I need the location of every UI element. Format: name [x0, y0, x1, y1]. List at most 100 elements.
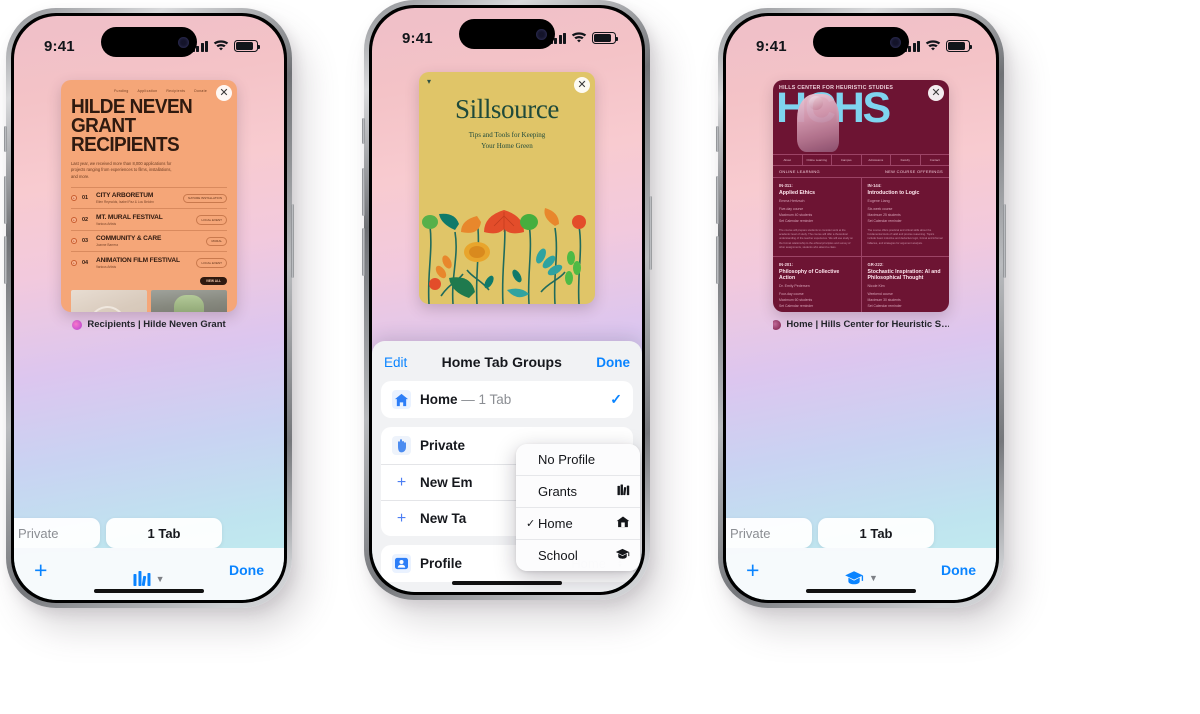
- play-icon: ▸: [71, 195, 77, 202]
- nav-item[interactable]: Admissions: [862, 155, 891, 165]
- photo-sculpture[interactable]: [71, 289, 147, 312]
- screen-left: 9:41 ✕ Funding Application Recipients Do…: [14, 16, 284, 600]
- menu-item-label: Grants: [538, 484, 578, 499]
- power-button[interactable]: [1003, 204, 1006, 278]
- close-icon[interactable]: ✕: [216, 85, 232, 101]
- course-code: IN-201:: [779, 261, 793, 267]
- course-professor: Emma Hertzsch: [779, 199, 805, 204]
- home-indicator[interactable]: [452, 581, 562, 585]
- course-code: GR-222:: [867, 261, 884, 267]
- nav-item[interactable]: Campus: [832, 155, 862, 165]
- nav-item[interactable]: Faculty: [891, 155, 921, 165]
- tab-preview-card[interactable]: ✕ Funding Application Recipients Donate …: [61, 80, 237, 312]
- toolbar: + ▼ Done: [14, 548, 284, 600]
- item-byline: Various Artists: [96, 221, 117, 226]
- status-clock: 9:41: [402, 29, 433, 47]
- new-tab-button[interactable]: +: [34, 558, 47, 582]
- course-meta: Four-day course Maximum 60 students Set …: [779, 292, 814, 308]
- menu-item-school[interactable]: School: [516, 539, 640, 571]
- close-icon[interactable]: ✕: [928, 85, 944, 101]
- tab-count-pill[interactable]: 1 Tab: [106, 518, 222, 548]
- list-item[interactable]: ▸ 04 ANIMATION FILM FESTIVAL Various Art…: [71, 251, 227, 273]
- item-byline: Various Artists: [96, 264, 117, 269]
- chevron-down-icon[interactable]: ▾: [427, 78, 431, 86]
- done-button[interactable]: Done: [941, 562, 976, 578]
- list-item[interactable]: ▸ 03 COMMUNITY & CARE Joanne Barrera MUR…: [71, 229, 227, 252]
- volume-down-button[interactable]: [362, 228, 365, 276]
- play-icon: ▸: [71, 238, 77, 245]
- tab-group-row-home[interactable]: Home — 1 Tab ✓: [381, 381, 633, 418]
- section-right: NEW COURSE OFFERINGS: [884, 169, 943, 174]
- course-card[interactable]: GR-222: Stochastic Inspiration: AI and P…: [862, 257, 950, 312]
- menu-item-no-profile[interactable]: No Profile: [516, 444, 640, 475]
- list-item[interactable]: ▸ 02 MT. MURAL FESTIVAL Various Artists …: [71, 208, 227, 230]
- private-pill[interactable]: Private: [14, 518, 100, 548]
- done-button[interactable]: Done: [229, 562, 264, 578]
- volume-up-button[interactable]: [716, 176, 719, 224]
- nav-item[interactable]: About: [773, 155, 803, 165]
- tab-group-button[interactable]: ▼: [133, 571, 165, 587]
- done-button[interactable]: Done: [596, 355, 630, 370]
- menu-item-home[interactable]: ✓ Home: [516, 507, 640, 539]
- volume-down-button[interactable]: [4, 236, 7, 284]
- front-camera-icon: [890, 36, 901, 48]
- item-title: CITY ARBORETUM: [96, 192, 154, 200]
- mute-switch[interactable]: [4, 126, 7, 152]
- tab-title-row: Recipients | Hilde Neven Grant: [61, 319, 237, 330]
- nav-item[interactable]: Contact: [921, 155, 950, 165]
- tab-preview-card[interactable]: ✕ ▾ ⚑ Sillsource Tips and Tools for Keep…: [419, 72, 595, 304]
- course-body: The course will prepare students to cons…: [779, 228, 854, 250]
- books-icon: [617, 484, 630, 499]
- nav-item[interactable]: Recipients: [166, 89, 185, 93]
- mute-switch[interactable]: [716, 126, 719, 152]
- botanical-illustration: [419, 186, 595, 304]
- list-item[interactable]: ▸ 01 CITY ARBORETUM Ellen Reynolds, Isab…: [71, 186, 227, 209]
- front-camera-icon: [536, 28, 547, 40]
- course-card[interactable]: IN-311: Applied Ethics Emma Hertzsch Fiv…: [773, 178, 862, 256]
- new-tab-button[interactable]: +: [746, 558, 759, 582]
- tab-group-button[interactable]: ▼: [844, 570, 878, 586]
- course-card[interactable]: IN-201: Philosophy of Collective Action …: [773, 256, 862, 312]
- tab-item-grant[interactable]: ✕ Funding Application Recipients Donate …: [61, 80, 237, 330]
- power-button[interactable]: [649, 196, 652, 270]
- power-button[interactable]: [291, 204, 294, 278]
- nav-item[interactable]: Donate: [194, 89, 207, 93]
- bottom-bar-left: Private 1 Tab + ▼ Done: [14, 518, 284, 600]
- course-name: Philosophy of Collective Action: [779, 268, 840, 282]
- volume-down-button[interactable]: [716, 236, 719, 284]
- tab-title: Recipients | Hilde Neven Grant: [87, 319, 226, 330]
- volume-up-button[interactable]: [362, 168, 365, 216]
- home-indicator[interactable]: [94, 589, 204, 593]
- nav-item[interactable]: Application: [138, 89, 158, 93]
- tab-item-hchs[interactable]: ✕ HILLS CENTER FOR HEURISTIC STUDIES HCH…: [773, 80, 949, 330]
- play-icon: ▸: [71, 216, 77, 223]
- site-nav: Funding Application Recipients Donate: [71, 89, 227, 93]
- headline-line-2: GRANT RECIPIENTS: [71, 115, 180, 157]
- tab-group-pills: Private 1 Tab: [14, 518, 284, 548]
- site-kicker: HILLS CENTER FOR HEURISTIC STUDIES: [779, 85, 894, 91]
- mute-switch[interactable]: [362, 118, 365, 144]
- course-meta: Weekend course Maximum 30 students Set C…: [867, 292, 902, 308]
- tab-item-sillsource[interactable]: ✕ ▾ ⚑ Sillsource Tips and Tools for Keep…: [419, 72, 595, 304]
- volume-up-button[interactable]: [4, 176, 7, 224]
- course-card[interactable]: IN-144: Introduction to Logic Eugene Lia…: [862, 178, 950, 256]
- close-icon[interactable]: ✕: [574, 77, 590, 93]
- menu-item-grants[interactable]: Grants: [516, 475, 640, 507]
- screenshot-stage: 9:41 ✕ Funding Application Recipients Do…: [0, 0, 1200, 714]
- nav-item[interactable]: Online Learning: [803, 155, 832, 165]
- view-all-button[interactable]: VIEW ALL: [71, 276, 227, 285]
- phone-center: 9:41 ✕ ▾ ⚑: [362, 0, 652, 600]
- nav-item[interactable]: Funding: [114, 89, 128, 93]
- tab-overview-right: ✕ HILLS CENTER FOR HEURISTIC STUDIES HCH…: [726, 62, 996, 600]
- private-label: Private: [730, 525, 771, 541]
- photo-alleyway[interactable]: [151, 289, 227, 312]
- tab-count-label: 1 Tab: [859, 525, 893, 541]
- course-body: The course offers practical and critical…: [867, 228, 943, 245]
- tab-preview-card[interactable]: ✕ HILLS CENTER FOR HEURISTIC STUDIES HCH…: [773, 80, 949, 312]
- home-indicator[interactable]: [806, 589, 916, 593]
- edit-button[interactable]: Edit: [384, 355, 407, 370]
- private-pill[interactable]: Private: [726, 518, 812, 548]
- site-header: HILLS CENTER FOR HEURISTIC STUDIES HCHS: [773, 80, 949, 152]
- tab-count-pill[interactable]: 1 Tab: [818, 518, 934, 548]
- battery-icon: [592, 32, 618, 44]
